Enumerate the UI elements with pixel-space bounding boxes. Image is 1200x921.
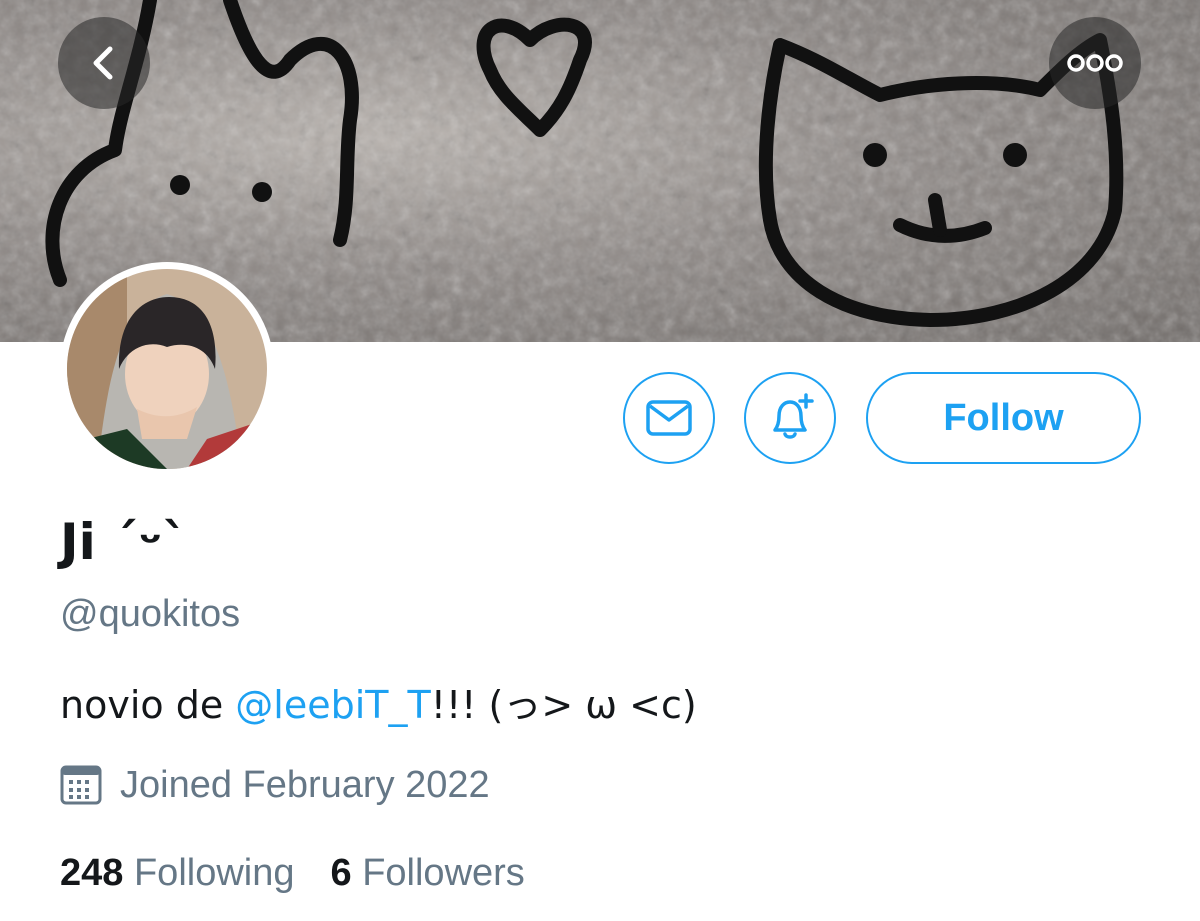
bell-plus-icon — [773, 393, 814, 439]
following-link[interactable]: 248 Following — [60, 852, 295, 894]
profile-avatar[interactable] — [60, 262, 274, 476]
user-handle: @quokitos — [60, 593, 241, 635]
followers-label: Followers — [362, 852, 525, 894]
bio-text-suffix: !!! (っ> ω <c) — [430, 683, 697, 727]
more-horizontal-icon — [1067, 54, 1123, 72]
envelope-icon — [646, 400, 692, 436]
joined-date: Joined February 2022 — [60, 760, 490, 810]
notifications-button[interactable] — [744, 372, 836, 464]
calendar-icon — [60, 765, 102, 805]
bio-text-prefix: novio de — [60, 683, 236, 727]
more-options-button[interactable] — [1049, 17, 1141, 109]
follow-button[interactable]: Follow — [866, 372, 1141, 464]
chevron-left-icon — [93, 46, 113, 80]
bio: novio de @leebiT_T!!! (っ> ω <c) — [60, 680, 697, 730]
following-count: 248 — [60, 852, 124, 894]
message-button[interactable] — [623, 372, 715, 464]
follow-stats: 248 Following 6 Followers — [60, 848, 525, 898]
following-label: Following — [133, 852, 295, 894]
back-button[interactable] — [58, 17, 150, 109]
followers-link[interactable]: 6 Followers — [331, 852, 525, 894]
bio-mention-link[interactable]: @leebiT_T — [235, 683, 430, 727]
display-name: Ji ´ᵕ` — [60, 513, 188, 571]
joined-date-text: Joined February 2022 — [120, 763, 490, 806]
followers-count: 6 — [330, 852, 352, 894]
avatar-photo — [67, 269, 267, 469]
